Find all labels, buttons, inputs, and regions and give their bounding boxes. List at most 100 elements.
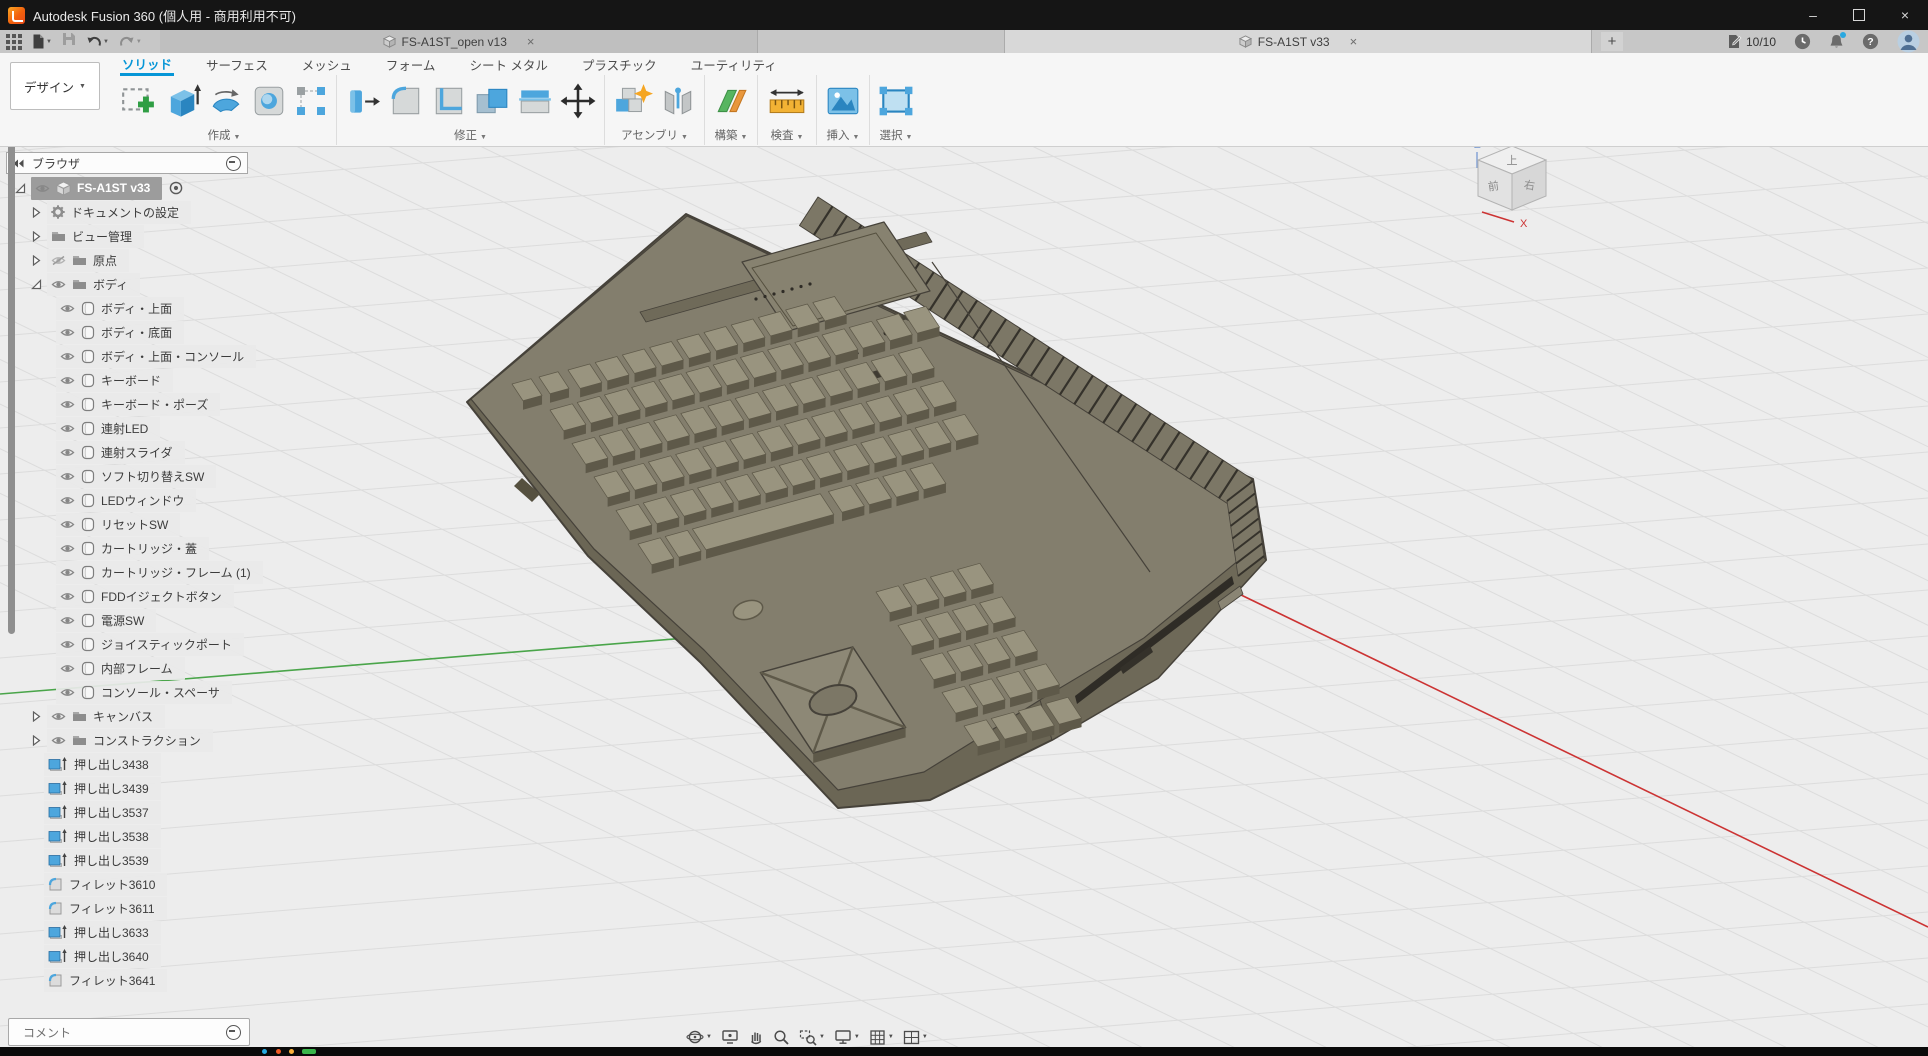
browser-row-pill[interactable]: 連射LED [56, 417, 160, 440]
construction-plane-icon[interactable] [713, 83, 749, 119]
extrude-icon[interactable] [163, 82, 201, 120]
browser-row-32[interactable]: 押し出し3640 [0, 944, 263, 968]
visibility-icon[interactable] [60, 543, 75, 554]
zoom-window-button[interactable]: ▼ [799, 1029, 825, 1046]
ribbon-group-label[interactable]: 構築▼ [713, 125, 749, 144]
ribbon-group-label[interactable]: アセンブリ▼ [613, 125, 696, 144]
browser-row-30[interactable]: フィレット3611 [0, 896, 263, 920]
browser-row-pill[interactable]: ビュー管理 [47, 225, 144, 248]
browser-row-31[interactable]: 押し出し3633 [0, 920, 263, 944]
expand-arrow-icon[interactable] [32, 207, 41, 218]
visibility-icon[interactable] [60, 519, 75, 530]
model-fs-a1st[interactable] [467, 197, 1266, 808]
browser-row-15[interactable]: カートリッジ・蓋 [0, 536, 263, 560]
free-docs-counter[interactable]: 10/10 [1727, 34, 1776, 49]
browser-row-pill[interactable]: フィレット3611 [44, 897, 167, 920]
expand-arrow-icon[interactable] [32, 231, 41, 242]
ribbon-group-label[interactable]: 検査▼ [766, 125, 808, 144]
visibility-icon[interactable] [60, 447, 75, 458]
browser-row-13[interactable]: LEDウィンドウ [0, 488, 263, 512]
browser-row-pill[interactable]: 押し出し3439 [44, 777, 161, 800]
joint-icon[interactable] [660, 83, 696, 119]
ribbon-group-label[interactable]: 挿入▼ [825, 125, 861, 144]
new-component-icon[interactable] [613, 83, 653, 119]
ribbon-tab-5[interactable]: プラスチック [580, 53, 659, 76]
browser-row-pill[interactable]: ボディ・底面 [56, 321, 184, 344]
browser-row-pill[interactable]: 押し出し3537 [44, 801, 161, 824]
browser-row-12[interactable]: ソフト切り替えSW [0, 464, 263, 488]
browser-row-33[interactable]: フィレット3641 [0, 968, 263, 992]
browser-row-20[interactable]: 内部フレーム [0, 656, 263, 680]
browser-row-19[interactable]: ジョイスティックポート [0, 632, 263, 656]
browser-row-27[interactable]: 押し出し3538 [0, 824, 263, 848]
browser-row-7[interactable]: ボディ・上面・コンソール [0, 344, 263, 368]
ribbon-tab-4[interactable]: シート メタル [467, 53, 549, 76]
hole-icon[interactable] [251, 83, 287, 119]
visibility-icon[interactable] [60, 423, 75, 434]
expand-arrow-icon[interactable] [32, 735, 41, 746]
visibility-icon[interactable] [60, 615, 75, 626]
browser-row-28[interactable]: 押し出し3539 [0, 848, 263, 872]
browser-row-pill[interactable]: フィレット3610 [44, 873, 167, 896]
browser-row-pill[interactable]: 原点 [47, 249, 129, 272]
visibility-icon[interactable] [60, 567, 75, 578]
viewport-canvas[interactable] [0, 146, 1928, 1056]
measure-icon[interactable] [766, 83, 808, 119]
comment-box[interactable]: コメント [8, 1018, 250, 1046]
browser-row-pill[interactable]: 内部フレーム [56, 657, 185, 680]
ribbon-tab-2[interactable]: メッシュ [300, 53, 354, 76]
pan-button[interactable] [748, 1029, 764, 1046]
browser-row-6[interactable]: ボディ・底面 [0, 320, 263, 344]
browser-row-0[interactable]: FS-A1ST v33 [0, 176, 263, 200]
browser-row-26[interactable]: 押し出し3537 [0, 800, 263, 824]
browser-row-pill[interactable]: 押し出し3438 [44, 753, 161, 776]
redo-button[interactable]: ▼ [119, 35, 142, 48]
browser-row-pill[interactable]: LEDウィンドウ [56, 489, 196, 512]
zoom-button[interactable] [773, 1029, 790, 1046]
view-cube[interactable]: Z 上 前 右 X [1462, 132, 1566, 232]
visibility-icon[interactable] [35, 183, 50, 194]
visibility-icon[interactable] [60, 591, 75, 602]
visibility-icon[interactable] [60, 399, 75, 410]
job-status-clock-icon[interactable] [1794, 33, 1811, 50]
shell-icon[interactable] [431, 83, 467, 119]
browser-row-pill[interactable]: キーボード・ポーズ [56, 393, 220, 416]
visibility-icon[interactable] [60, 471, 75, 482]
visibility-icon[interactable] [60, 303, 75, 314]
look-at-button[interactable] [721, 1029, 739, 1045]
press-pull-icon[interactable] [345, 83, 381, 119]
doc-tab-fs-a1st-open[interactable]: FS-A1ST_open v13 × [160, 30, 758, 53]
browser-row-pill[interactable]: FS-A1ST v33 [31, 177, 162, 200]
pattern-icon[interactable] [294, 84, 328, 118]
display-settings-button[interactable]: ▼ [834, 1029, 860, 1045]
visibility-off-icon[interactable] [51, 255, 66, 266]
browser-row-pill[interactable]: リセットSW [56, 513, 180, 536]
new-tab-button[interactable]: + [1601, 32, 1623, 51]
browser-row-pill[interactable]: ソフト切り替えSW [56, 465, 216, 488]
select-box-icon[interactable] [878, 83, 914, 119]
fillet-icon[interactable] [388, 83, 424, 119]
browser-row-pill[interactable]: コンストラクション [47, 729, 213, 752]
browser-row-pill[interactable]: ボディ・上面・コンソール [56, 345, 256, 368]
undo-button[interactable]: ▼ [86, 35, 109, 48]
ribbon-tab-0[interactable]: ソリッド [120, 52, 174, 76]
visibility-icon[interactable] [60, 639, 75, 650]
browser-row-3[interactable]: 原点 [0, 248, 263, 272]
browser-row-pill[interactable]: ボディ・上面 [56, 297, 184, 320]
browser-row-10[interactable]: 連射LED [0, 416, 263, 440]
browser-row-5[interactable]: ボディ・上面 [0, 296, 263, 320]
browser-header[interactable]: ブラウザ [6, 152, 248, 174]
activate-component-icon[interactable] [169, 181, 183, 195]
browser-row-11[interactable]: 連射スライダ [0, 440, 263, 464]
ribbon-tab-6[interactable]: ユーティリティ [689, 53, 779, 76]
browser-row-pill[interactable]: 連射スライダ [56, 441, 185, 464]
visibility-icon[interactable] [60, 687, 75, 698]
browser-row-pill[interactable]: 電源SW [56, 609, 156, 632]
close-button[interactable]: × [1882, 0, 1928, 30]
browser-row-16[interactable]: カートリッジ・フレーム (1) [0, 560, 263, 584]
visibility-icon[interactable] [60, 351, 75, 362]
browser-row-pill[interactable]: ジョイスティックポート [56, 633, 244, 656]
grid-snaps-button[interactable]: ▼ [869, 1029, 894, 1046]
browser-row-2[interactable]: ビュー管理 [0, 224, 263, 248]
comment-minimize-icon[interactable] [226, 1025, 241, 1040]
